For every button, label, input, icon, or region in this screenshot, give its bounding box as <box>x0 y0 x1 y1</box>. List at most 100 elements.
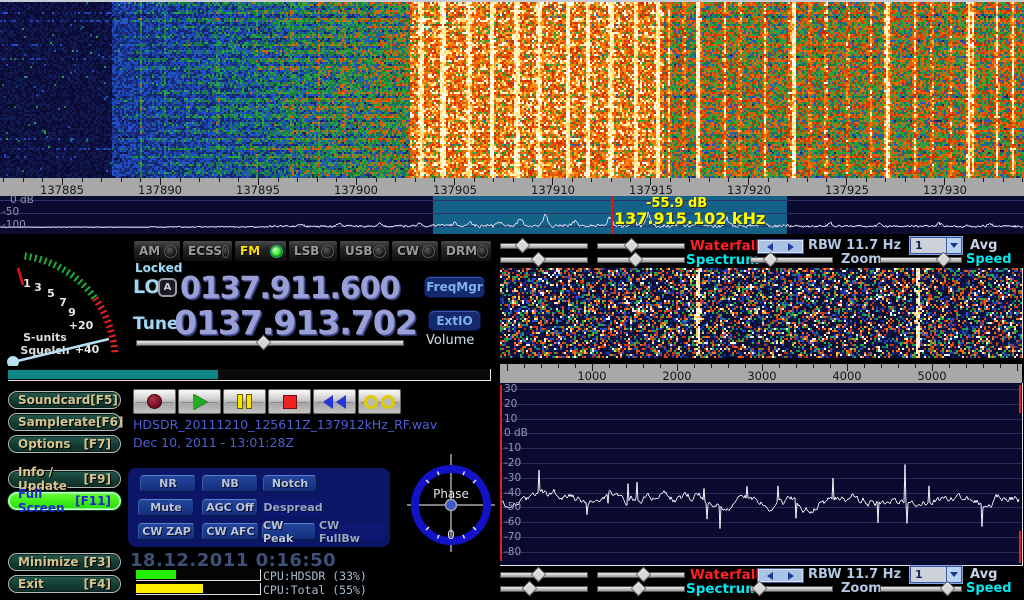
rf-frequency-scale[interactable]: 1378851378901378951379001379051379101379… <box>0 178 1024 196</box>
slider-thumb[interactable] <box>628 252 644 268</box>
playback-progress-bar[interactable] <box>8 369 491 381</box>
af-waterfall-display[interactable] <box>500 268 1023 358</box>
af-frequency-scale[interactable]: 10002000300040005000 <box>500 364 1022 383</box>
play-button[interactable] <box>178 389 221 414</box>
spectrum-contrast-slider[interactable] <box>500 583 588 592</box>
slider-thumb[interactable] <box>631 581 647 597</box>
cw-fullbw-button[interactable]: CW FullBw <box>318 523 384 540</box>
button-hotkey: [F5] <box>90 393 118 407</box>
slider-thumb[interactable] <box>515 238 531 254</box>
slider-track[interactable] <box>597 243 685 249</box>
nb-button[interactable]: NB <box>202 475 258 492</box>
phase-center-dot[interactable] <box>446 500 457 511</box>
rbw-label: RBW 11.7 Hz <box>808 567 901 582</box>
spectrum-db-label: -80 <box>504 546 521 558</box>
slider-thumb[interactable] <box>522 581 538 597</box>
speed-slider[interactable] <box>880 254 962 263</box>
mode-label: DRM <box>446 244 477 258</box>
mode-button-drm[interactable]: DRM <box>440 240 492 262</box>
nr-button[interactable]: NR <box>140 475 196 492</box>
loop-button[interactable] <box>358 389 401 414</box>
mode-led-icon <box>321 245 334 258</box>
arrow-right-icon[interactable] <box>788 243 794 251</box>
af-waterfall-canvas[interactable] <box>500 268 1022 358</box>
lo-frequency-display[interactable]: 0137.911.600 <box>180 271 400 306</box>
rbw-spinner[interactable] <box>757 568 804 583</box>
mode-button-am[interactable]: AM <box>133 240 181 262</box>
slider-thumb[interactable] <box>763 252 779 268</box>
lo-lock-badge[interactable]: A <box>158 278 177 297</box>
s-units-label: S-units <box>23 331 67 344</box>
locked-label: Locked <box>135 261 182 275</box>
mode-led-icon <box>222 245 229 258</box>
tune-cursor[interactable] <box>611 196 613 234</box>
spectrum-label[interactable]: Spectrum <box>686 581 759 597</box>
volume-slider[interactable] <box>136 337 404 347</box>
mode-led-icon <box>477 245 488 258</box>
cw-afc-button[interactable]: CW AFC <box>202 523 259 540</box>
options-button[interactable]: Options[F7] <box>8 435 121 453</box>
mute-button[interactable]: Mute <box>138 499 194 516</box>
slider-track[interactable] <box>500 243 588 249</box>
soundcard-button[interactable]: Soundcard[F5] <box>8 391 121 409</box>
notch-button[interactable]: Notch <box>263 475 317 492</box>
rewind-button[interactable] <box>313 389 356 414</box>
arrow-left-icon[interactable] <box>767 243 773 251</box>
slider-thumb[interactable] <box>940 581 956 597</box>
slider-thumb[interactable] <box>531 252 547 268</box>
squelch-needle-pivot[interactable] <box>7 356 19 366</box>
main-waterfall-canvas[interactable] <box>0 2 1024 178</box>
slider-track[interactable] <box>500 586 588 592</box>
minimize-button[interactable]: Minimize[F3] <box>8 553 121 571</box>
spectrum-brightness-slider[interactable] <box>597 583 685 592</box>
button-label: Soundcard <box>18 393 90 407</box>
spectrum-brightness-slider[interactable] <box>597 254 685 263</box>
playback-progress-fill <box>8 370 218 379</box>
s-meter-tick-5: 5 <box>47 287 55 300</box>
waterfall-contrast-slider[interactable] <box>500 240 588 249</box>
slider-thumb[interactable] <box>936 252 952 268</box>
cw-peak-button[interactable]: CW Peak <box>262 523 316 540</box>
volume-slider-thumb[interactable] <box>256 335 272 351</box>
chevron-down-icon[interactable] <box>946 567 961 582</box>
avg-combobox[interactable]: 1 <box>910 237 962 254</box>
zoom-slider[interactable] <box>750 254 833 263</box>
mode-button-fm[interactable]: FM <box>234 240 287 262</box>
mode-button-cw[interactable]: CW <box>391 240 439 262</box>
zoom-slider[interactable] <box>750 583 833 592</box>
mode-button-ecss[interactable]: ECSS <box>182 240 233 262</box>
avg-combobox[interactable]: 1 <box>910 566 962 583</box>
record-button[interactable] <box>133 389 176 414</box>
samplerate-button[interactable]: Samplerate[F6] <box>8 413 121 431</box>
extio-button[interactable]: ExtIO <box>428 310 481 331</box>
slider-thumb[interactable] <box>531 567 547 583</box>
speed-slider[interactable] <box>880 583 962 592</box>
slider-thumb[interactable] <box>624 238 640 254</box>
rewind-icon <box>323 395 333 409</box>
agc-off-button[interactable]: AGC Off <box>202 499 258 516</box>
spectrum-contrast-slider[interactable] <box>500 254 588 263</box>
main-waterfall-display[interactable] <box>0 2 1024 178</box>
exit-button[interactable]: Exit[F4] <box>8 575 121 593</box>
spectrum-label[interactable]: Spectrum <box>686 252 759 268</box>
freqmgr-button[interactable]: FreqMgr <box>424 276 485 298</box>
cw-zap-button[interactable]: CW ZAP <box>138 523 195 540</box>
mode-button-usb[interactable]: USB <box>339 240 390 262</box>
chevron-down-icon[interactable] <box>946 238 961 253</box>
af-spectrum-display[interactable]: 3020100 dB-10-20-30-40-50-60-70-80 <box>500 383 1023 566</box>
stop-button[interactable] <box>268 389 311 414</box>
spectrum-left-marker <box>500 385 502 561</box>
full-screen-button[interactable]: Full Screen[F11] <box>8 492 121 510</box>
mode-button-lsb[interactable]: LSB <box>288 240 338 262</box>
rbw-spinner[interactable] <box>757 239 804 254</box>
pause-button[interactable] <box>223 389 266 414</box>
arrow-left-icon[interactable] <box>767 572 773 580</box>
waterfall-brightness-slider[interactable] <box>597 240 685 249</box>
despread-button[interactable]: Despread <box>262 499 324 516</box>
arrow-right-icon[interactable] <box>788 572 794 580</box>
waterfall-brightness-slider[interactable] <box>597 569 685 578</box>
info-update-button[interactable]: Info / Update[F9] <box>8 470 121 488</box>
main-spectrum-display[interactable]: -55.9 dB 137.915.102 kHz 0 dB-50-100 <box>0 196 1024 234</box>
waterfall-contrast-slider[interactable] <box>500 569 588 578</box>
spectrum-db-label: 10 <box>504 413 517 425</box>
